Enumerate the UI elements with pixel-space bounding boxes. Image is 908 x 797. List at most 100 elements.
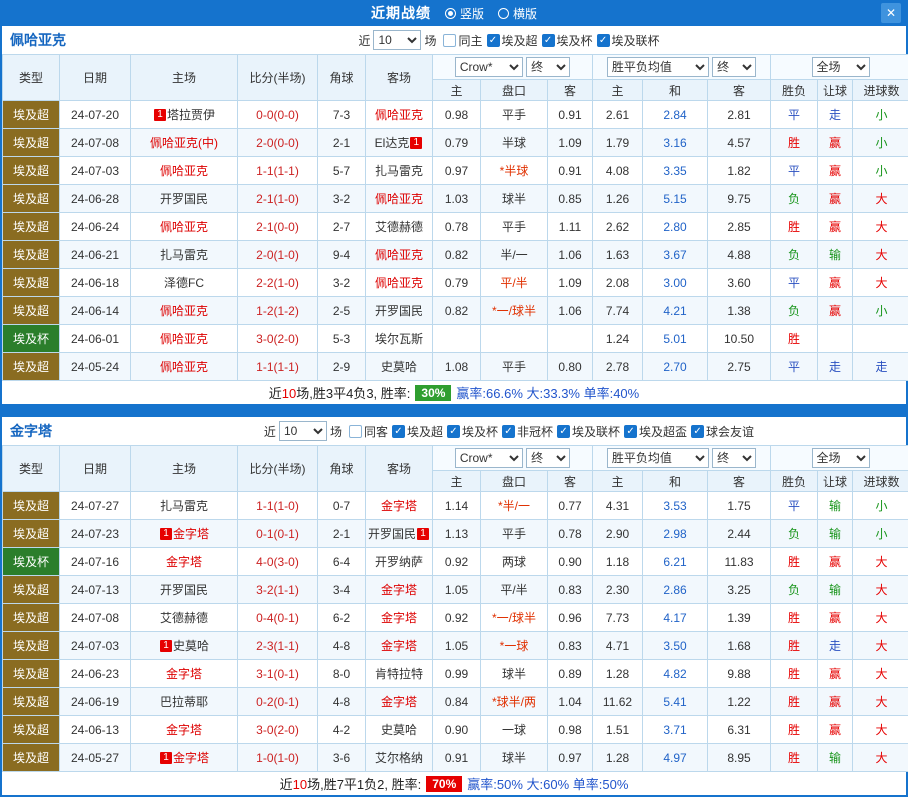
league-checkbox[interactable]: ✓埃及杯 [542,32,593,49]
date-cell: 24-07-08 [60,604,131,632]
home-team-name: 金字塔 [166,723,202,737]
league-checkbox[interactable]: ✓埃及超 [487,32,538,49]
result-cell: 平 [771,492,818,520]
date-cell: 24-06-19 [60,688,131,716]
results-tbody: 埃及超24-07-27扎马雷克1-1(1-0)0-7金字塔1.14*半/一0.7… [3,492,908,772]
avg-away-cell: 9.88 [708,660,771,688]
spread-result-cell: 赢 [818,716,853,744]
col-corner: 角球 [318,55,366,101]
corner-cell: 2-1 [318,129,366,157]
avg-home-cell: 1.51 [593,716,643,744]
odds-home-cell: 0.92 [433,604,481,632]
avg-home-cell: 2.90 [593,520,643,548]
red-card-badge: 1 [160,640,172,652]
score-cell: 2-2(1-0) [238,269,318,297]
home-team-cell: 佩哈亚克 [131,157,238,185]
filter-bar: 近 10 场 同主✓埃及超✓埃及杯✓埃及联杯 [120,30,898,50]
odds-final-select[interactable]: 终 [526,448,570,468]
home-team-cell: 佩哈亚克 [131,297,238,325]
games-suffix-label: 场 [424,32,436,49]
match-row: 埃及超24-05-24佩哈亚克1-1(1-1)2-9史莫哈1.08平手0.802… [3,353,908,381]
league-checkbox[interactable]: ✓埃及杯 [447,423,498,440]
odds-home-cell: 1.03 [433,185,481,213]
avg-draw-cell: 4.21 [643,297,708,325]
odds-final-select[interactable]: 终 [526,57,570,77]
league-checkbox[interactable]: ✓埃及联杯 [597,32,660,49]
avg-away-cell: 1.38 [708,297,771,325]
odds-away-cell: 0.91 [548,101,593,129]
away-team-name: 开罗纳萨 [375,555,423,569]
avg-final-select[interactable]: 终 [712,448,756,468]
scope-select[interactable]: 全场 [812,448,870,468]
avg-final-select[interactable]: 终 [712,57,756,77]
avg-draw-cell: 4.97 [643,744,708,772]
avg-draw-cell: 5.41 [643,688,708,716]
avg-draw-cell: 6.21 [643,548,708,576]
home-team-name: 佩哈亚克 [160,304,208,318]
same-venue-checkbox[interactable]: 同客 [349,423,388,440]
radio-vertical-layout[interactable]: 竖版 [445,5,484,22]
date-cell: 24-07-20 [60,101,131,129]
corner-cell: 4-2 [318,716,366,744]
league-checkbox[interactable]: ✓非冠杯 [502,423,553,440]
score-cell: 0-0(0-0) [238,101,318,129]
match-row: 埃及杯24-07-16金字塔4-0(3-0)6-4开罗纳萨0.92两球0.901… [3,548,908,576]
goals-result-cell: 大 [853,716,908,744]
games-suffix-label: 场 [330,423,342,440]
radio-horizontal-layout[interactable]: 横版 [498,5,537,22]
goals-result-cell: 小 [853,101,908,129]
scope-select-cell: 全场 [771,55,908,80]
odds-away-cell: 0.83 [548,576,593,604]
home-team-cell: 1金字塔 [131,520,238,548]
goals-result-cell: 大 [853,604,908,632]
avg-home-cell: 1.24 [593,325,643,353]
odds-company-select[interactable]: Crow* [455,448,523,468]
spread-result-cell: 赢 [818,157,853,185]
odds-away-cell: 1.06 [548,241,593,269]
home-team-cell: 佩哈亚克 [131,325,238,353]
near-label: 近 [264,423,276,440]
same-venue-checkbox[interactable]: 同主 [443,32,482,49]
away-team-cell: 金字塔 [366,604,433,632]
match-row: 埃及超24-07-08艾德赫德0-4(0-1)6-2金字塔0.92*一/球半0.… [3,604,908,632]
avg-away-cell: 1.68 [708,632,771,660]
spread-result-cell: 赢 [818,269,853,297]
avg-draw-cell: 5.15 [643,185,708,213]
close-button[interactable]: ✕ [881,3,901,23]
home-team-name: 佩哈亚克(中) [150,136,218,150]
avg-type-select[interactable]: 胜平负均值 [607,448,709,468]
goals-result-cell: 大 [853,269,908,297]
home-team-cell: 开罗国民 [131,576,238,604]
home-team-cell: 佩哈亚克 [131,213,238,241]
games-count-select[interactable]: 10 [373,30,421,50]
col-date: 日期 [60,446,131,492]
score-cell: 2-0(0-0) [238,129,318,157]
league-checkbox[interactable]: ✓埃及联杯 [557,423,620,440]
league-type-cell: 埃及超 [3,632,60,660]
avg-away-cell: 1.82 [708,157,771,185]
score-cell: 2-0(1-0) [238,241,318,269]
home-team-name: 泽德FC [164,276,204,290]
result-cell: 负 [771,185,818,213]
games-count-select[interactable]: 10 [279,421,327,441]
score-cell: 1-1(1-0) [238,492,318,520]
team-section: 佩哈亚克 近 10 场 同主✓埃及超✓埃及杯✓埃及联杯 类型 日期 主场 比分(… [2,26,906,404]
goals-result-cell: 大 [853,688,908,716]
league-checkbox[interactable]: ✓埃及超盃 [624,423,687,440]
score-cell: 0-1(0-1) [238,520,318,548]
odds-company-select[interactable]: Crow* [455,57,523,77]
avg-type-select[interactable]: 胜平负均值 [607,57,709,77]
radio-vertical-label: 竖版 [460,5,484,22]
scope-select[interactable]: 全场 [812,57,870,77]
avg-away-cell: 2.75 [708,353,771,381]
avg-home-cell: 1.28 [593,660,643,688]
avg-draw-cell: 3.35 [643,157,708,185]
league-checkbox[interactable]: ✓球会友谊 [691,423,754,440]
avg-away-cell: 3.60 [708,269,771,297]
league-checkbox[interactable]: ✓埃及超 [392,423,443,440]
odds-away-cell: 1.09 [548,269,593,297]
odds-selects-cell: Crow* 终 [433,55,593,80]
handicap-cell: *一/球半 [481,297,548,325]
avg-home-cell: 11.62 [593,688,643,716]
handicap-cell: 球半 [481,660,548,688]
